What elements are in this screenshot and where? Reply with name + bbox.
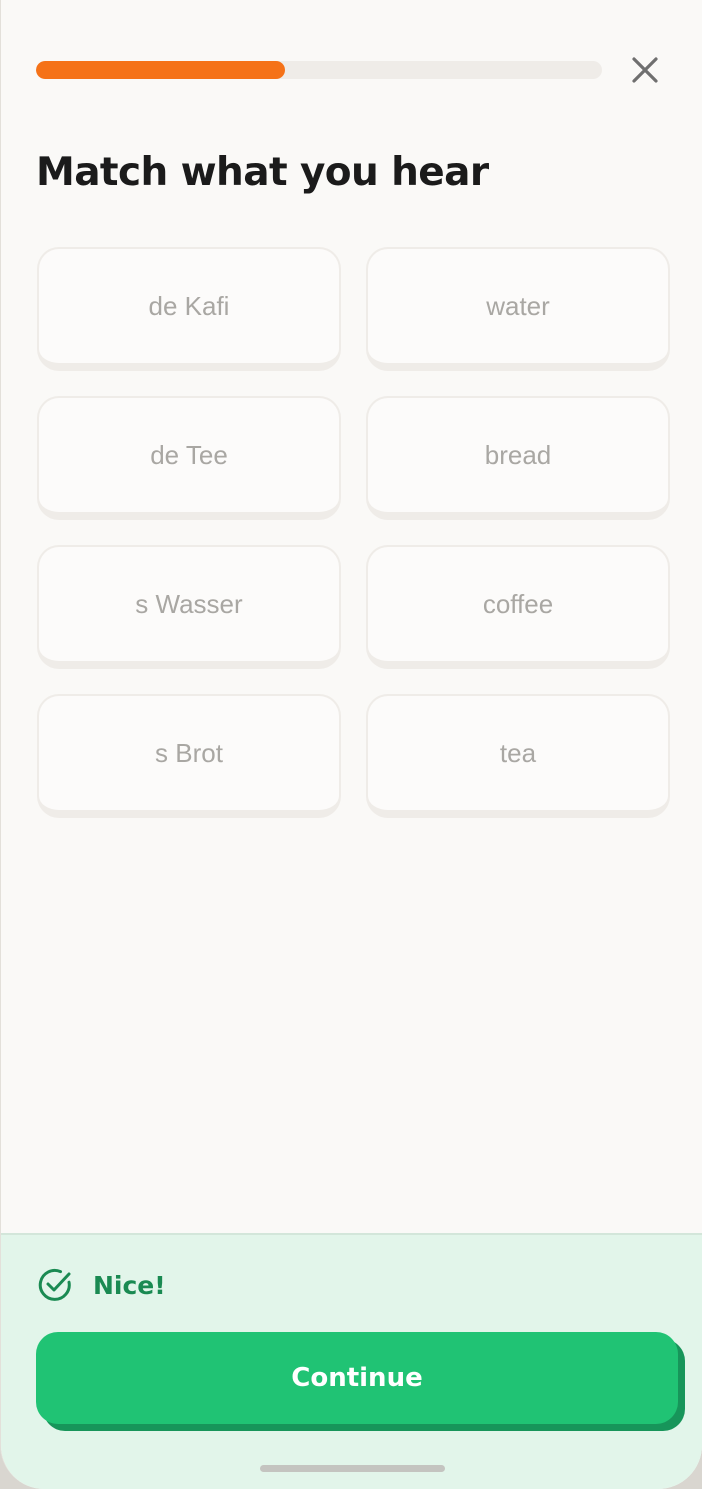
match-tile-tea[interactable]: tea [366,694,670,818]
match-tile-coffee[interactable]: coffee [366,545,670,669]
match-tile-bread[interactable]: bread [366,396,670,520]
progress-bar-fill [36,61,286,79]
feedback-text: Nice! [93,1270,166,1300]
feedback-row: Nice! [37,1267,166,1303]
match-tile-s-brot[interactable]: s Brot [37,694,341,818]
match-grid: de Kafi water de Tee bread s Wasser coff… [37,247,670,818]
progress-bar [36,61,602,79]
feedback-sheet: Nice! Continue [1,1233,702,1489]
close-button[interactable] [623,50,667,90]
match-tile-de-tee[interactable]: de Tee [37,396,341,520]
check-circle-icon [38,1268,71,1301]
page-title: Match what you hear [36,150,489,195]
match-tile-de-kafi[interactable]: de Kafi [37,247,341,371]
match-tile-s-wasser[interactable]: s Wasser [37,545,341,669]
home-indicator [260,1465,445,1472]
lesson-screen: Match what you hear de Kafi water de Tee… [0,0,702,1489]
continue-button[interactable]: Continue [36,1332,678,1424]
close-icon [632,57,658,83]
match-tile-water[interactable]: water [366,247,670,371]
